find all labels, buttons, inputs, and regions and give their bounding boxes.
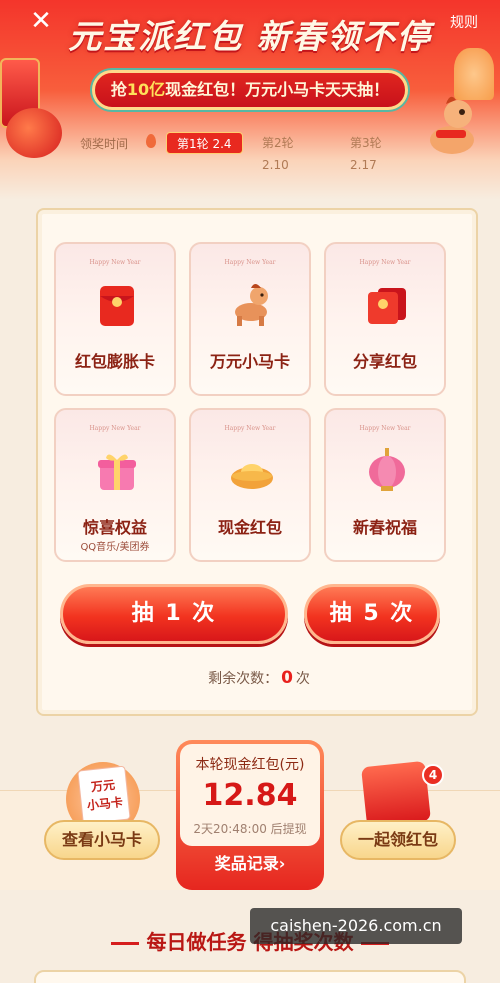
prize-panel: Happy New Year 红包膨胀卡 Happy New Year 万元小马… [36,208,478,716]
draw-once-button[interactable]: 抽 1 次 [60,584,288,644]
remaining-suffix: 次 [295,671,310,687]
task-card [34,970,466,983]
prize-card[interactable]: Happy New Year 现金红包 [189,408,311,562]
round-label: 领奖时间 [80,137,129,151]
horse-card-image: 万元 小马卡 [77,765,131,825]
prize-record-button[interactable]: 奖品记录› [176,850,324,874]
card-subtitle: Happy New Year [359,425,411,432]
prize-card[interactable]: Happy New Year 惊喜权益 QQ音乐/美团券 [54,408,176,562]
header: ✕ 规则 元宝派红包 新春领不停 抢10亿现金红包！万元小马卡天天抽！ 领奖时间… [0,0,500,200]
share-envelope-icon [368,288,406,324]
gold-ingot-icon [231,464,273,489]
prize-name: 分享红包 [352,352,417,371]
prize-name: 新春祝福 [352,518,417,537]
red-envelope-icon [100,286,134,326]
remaining-draws: 剩余次数： 0 次 [38,668,480,688]
pony-icon [235,284,268,326]
round-tab-3[interactable]: 第3轮 2.17 [340,132,420,172]
bottom-area: 万元 小马卡 查看小马卡 4 一起领红包 本轮现金红包(元) 12.84 2天2… [0,720,500,890]
round-tab-2[interactable]: 第2轮 2.10 [252,132,328,172]
banner-highlight: 10亿 [126,80,166,99]
watermark: caishen-2026.com.cn [250,908,462,944]
promo-banner: 抢10亿现金红包！万元小马卡天天抽！ [92,70,408,110]
draw-five-button[interactable]: 抽 5 次 [304,584,440,644]
location-pin-icon [146,134,156,148]
prize-name: 惊喜权益 [82,518,147,537]
red-envelope-icon [361,760,431,828]
cash-amount: 12.84 [202,778,298,813]
remaining-prefix: 剩余次数： [208,671,279,687]
prize-name: 现金红包 [217,518,282,537]
prize-name: 红包膨胀卡 [74,352,155,371]
prize-note: QQ音乐/美团券 [80,542,150,553]
cash-card: 本轮现金红包(元) 12.84 2天20:48:00 后提现 奖品记录› [176,740,324,890]
remaining-count: 0 [281,668,293,688]
withdraw-countdown: 2天20:48:00 后提现 [193,822,307,836]
prize-card[interactable]: Happy New Year 万元小马卡 [189,242,311,396]
cash-title: 本轮现金红包(元) [195,757,305,773]
gift-box-icon [98,454,136,490]
lantern-icon [369,448,405,491]
view-horse-cards-button[interactable]: 查看小马卡 [44,820,160,860]
card-subtitle: Happy New Year [89,425,141,432]
collect-red-envelope-button[interactable]: 一起领红包 [340,820,456,860]
banner-prefix: 抢 [110,80,127,99]
card-subtitle: Happy New Year [89,259,141,266]
banner-suffix: 现金红包！万元小马卡天天抽！ [165,80,390,99]
cash-card-inner: 本轮现金红包(元) 12.84 2天20:48:00 后提现 [180,744,320,846]
round-selector: 领奖时间 第1轮 2.4 第2轮 2.10 第3轮 2.17 [0,130,500,172]
card-subtitle: Happy New Year [224,259,276,266]
page-title: 元宝派红包 新春领不停 [68,17,432,56]
notification-badge: 4 [422,764,444,786]
prize-name: 万元小马卡 [209,352,290,371]
prize-card[interactable]: Happy New Year 新春祝福 [324,408,446,562]
card-subtitle: Happy New Year [359,259,411,266]
card-subtitle: Happy New Year [224,425,276,432]
prize-card[interactable]: Happy New Year 红包膨胀卡 [54,242,176,396]
prize-card[interactable]: Happy New Year 分享红包 [324,242,446,396]
round-tab-1[interactable]: 第1轮 2.4 [166,132,243,154]
